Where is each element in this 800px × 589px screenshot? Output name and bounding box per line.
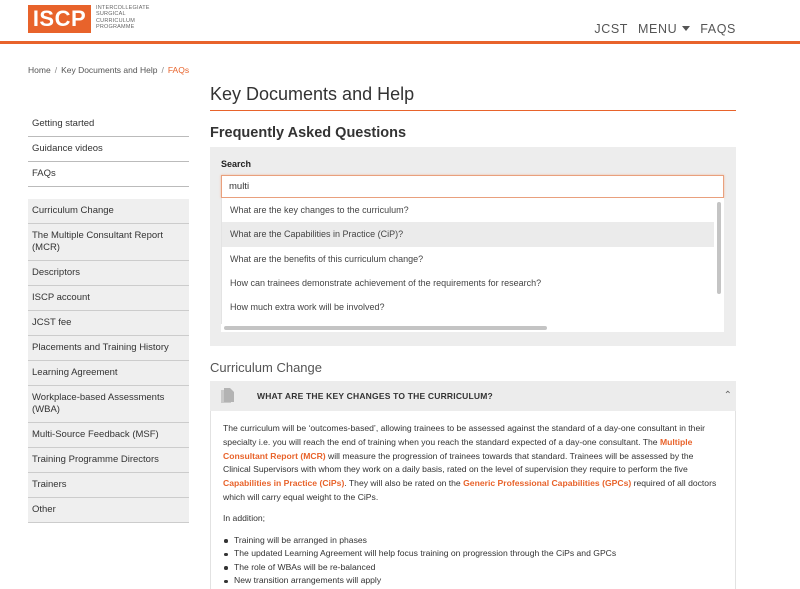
answer-paragraph: In addition;	[223, 512, 266, 523]
suggestion-item[interactable]: What are the benefits of this curriculum…	[222, 247, 714, 271]
page-subtitle: Frequently Asked Questions	[210, 125, 407, 141]
nav-menu-label: MENU	[638, 22, 678, 36]
list-item: Training will be arranged in phases	[223, 534, 723, 548]
sidebar-item-tpd[interactable]: Training Programme Directors	[28, 448, 189, 473]
suggestion-item[interactable]: How can trainees demonstrate achievement…	[222, 271, 714, 295]
nav-faqs[interactable]: FAQS	[700, 22, 736, 36]
sidebar-item-jcst-fee[interactable]: JCST fee	[28, 311, 189, 336]
logo-subtitle: INTERCOLLEGIATE SURGICAL CURRICULUM PROG…	[96, 5, 150, 31]
nav-menu[interactable]: MENU	[638, 22, 691, 36]
sidebar: Getting started Guidance videos FAQs Cur…	[28, 112, 189, 523]
list-item: New transition arrangements will apply	[223, 574, 723, 588]
suggestion-item[interactable]: How much extra work will be involved?	[222, 295, 714, 319]
link-gpcs[interactable]: Generic Professional Capabilities (GPCs)	[463, 478, 631, 488]
sidebar-item-curriculum-change[interactable]: Curriculum Change	[28, 199, 189, 224]
accordion-header[interactable]: WHAT ARE THE KEY CHANGES TO THE CURRICUL…	[210, 381, 736, 411]
caret-down-icon	[682, 26, 691, 32]
section-heading: Curriculum Change	[210, 360, 322, 375]
list-item: The updated Learning Agreement will help…	[223, 547, 723, 561]
breadcrumb: Home / Key Documents and Help / FAQs	[28, 65, 190, 75]
search-panel: Search What are the key changes to the c…	[210, 147, 736, 346]
suggestion-item[interactable]: What are the Capabilities in Practice (C…	[222, 222, 714, 247]
sidebar-item-mcr[interactable]: The Multiple Consultant Report (MCR)	[28, 224, 189, 261]
answer-paragraph: The curriculum will be ‘outcomes-based’,…	[223, 422, 723, 505]
document-icon	[221, 388, 234, 403]
answer-text: The curriculum will be ‘outcomes-based’,…	[223, 423, 705, 447]
breadcrumb-home[interactable]: Home	[28, 65, 51, 75]
site-header: ISCP INTERCOLLEGIATE SURGICAL CURRICULUM…	[0, 0, 800, 44]
main-content: Key Documents and Help Frequently Asked …	[210, 84, 736, 141]
sidebar-item-msf[interactable]: Multi-Source Feedback (MSF)	[28, 423, 189, 448]
accordion-body: The curriculum will be ‘outcomes-based’,…	[210, 411, 736, 589]
answer-list: Training will be arranged in phases The …	[223, 534, 723, 588]
search-input[interactable]	[221, 175, 724, 198]
link-cips[interactable]: Capabilities in Practice (CiPs)	[223, 478, 344, 488]
suggestion-item[interactable]: What are the key changes to the curricul…	[222, 198, 714, 222]
suggestions-vertical-scrollbar[interactable]	[714, 198, 724, 332]
sidebar-item-placements[interactable]: Placements and Training History	[28, 336, 189, 361]
search-suggestions: What are the key changes to the curricul…	[221, 198, 714, 332]
sidebar-item-trainers[interactable]: Trainers	[28, 473, 189, 498]
sidebar-item-wba[interactable]: Workplace-based Assessments (WBA)	[28, 386, 189, 423]
logo-subtitle-line: PROGRAMME	[96, 24, 135, 31]
list-item: The role of WBAs will be re-balanced	[223, 561, 723, 575]
nav-jcst[interactable]: JCST	[594, 22, 628, 36]
answer-text: . They will also be rated on the	[344, 478, 464, 489]
sidebar-item-getting-started[interactable]: Getting started	[28, 112, 189, 137]
chevron-up-icon[interactable]: ⌃	[724, 390, 732, 401]
breadcrumb-faqs[interactable]: FAQs	[168, 65, 189, 75]
sidebar-item-descriptors[interactable]: Descriptors	[28, 261, 189, 286]
top-nav: JCST MENU FAQS	[594, 22, 736, 36]
suggestions-horizontal-scrollbar[interactable]	[221, 324, 714, 332]
sidebar-item-guidance-videos[interactable]: Guidance videos	[28, 137, 189, 162]
scrollbar-thumb[interactable]	[224, 326, 547, 330]
breadcrumb-key-documents[interactable]: Key Documents and Help	[61, 65, 157, 75]
iscp-logo[interactable]: ISCP	[28, 5, 91, 33]
search-label: Search	[221, 159, 252, 169]
accordion-title: WHAT ARE THE KEY CHANGES TO THE CURRICUL…	[257, 391, 493, 401]
page-title: Key Documents and Help	[210, 84, 736, 111]
sidebar-item-other[interactable]: Other	[28, 498, 189, 523]
scrollbar-thumb[interactable]	[717, 202, 721, 294]
sidebar-item-iscp-account[interactable]: ISCP account	[28, 286, 189, 311]
sidebar-item-learning-agreement[interactable]: Learning Agreement	[28, 361, 189, 386]
sidebar-item-faqs[interactable]: FAQs	[28, 162, 189, 187]
